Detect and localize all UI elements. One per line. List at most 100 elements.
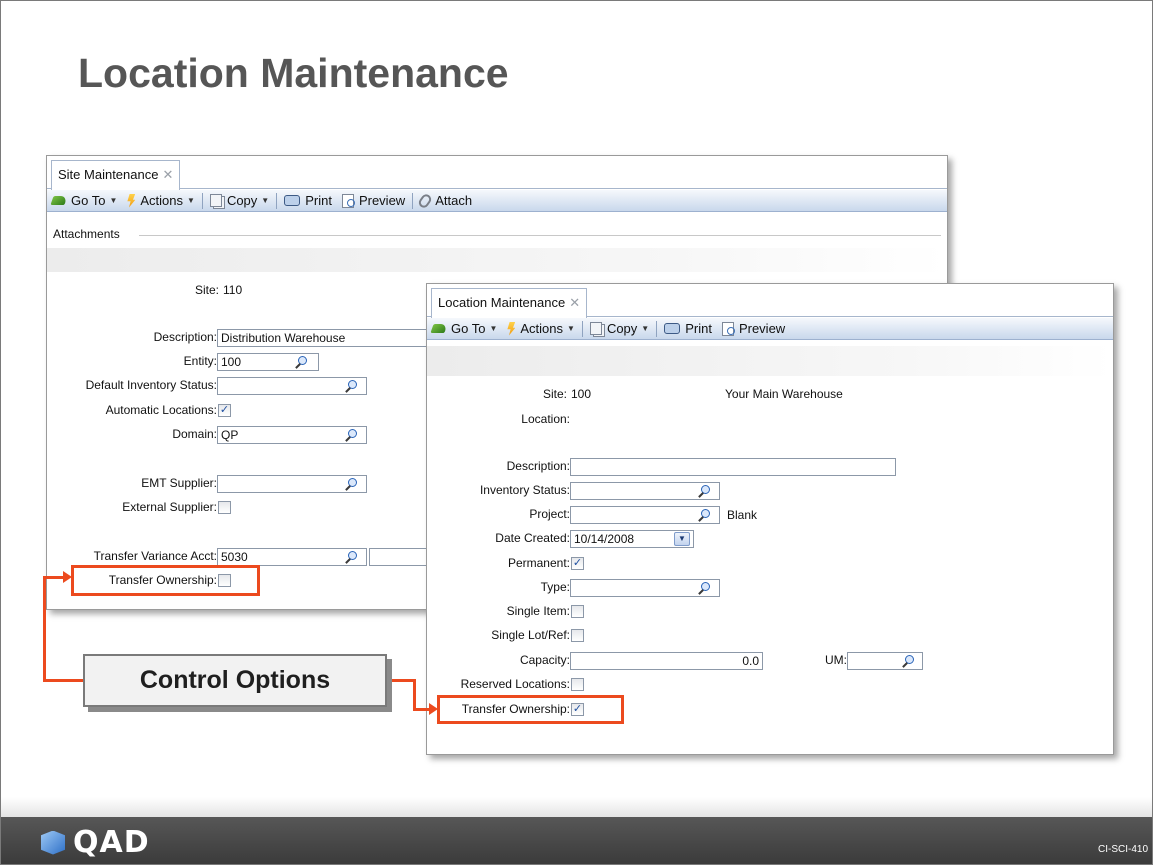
search-icon[interactable] (697, 484, 711, 498)
permanent-checkbox[interactable]: ✓ (571, 557, 584, 570)
footer-shade (1, 797, 1152, 817)
transfer-variance-subaccount-field[interactable] (369, 548, 429, 566)
description-label: Description: (506, 459, 570, 473)
chevron-down-icon: ▼ (641, 324, 650, 333)
single-item-checkbox[interactable] (571, 605, 584, 618)
connector-line (43, 576, 46, 682)
qad-logo-text: QAD (73, 825, 150, 860)
chevron-down-icon: ▼ (187, 196, 195, 205)
description-label: Description: (153, 330, 217, 344)
type-label: Type: (540, 580, 570, 594)
site-transfer-ownership-highlight (71, 565, 260, 596)
goto-button[interactable]: Go To ▼ (427, 318, 502, 340)
entity-label: Entity: (183, 354, 217, 368)
site-toolbar: Go To ▼ Actions ▼ Copy ▼ Print Preview Atta… (47, 190, 947, 212)
goto-label: Go To (71, 193, 106, 208)
capacity-field[interactable]: 0.0 (570, 652, 763, 670)
connector-line (43, 679, 85, 682)
preview-button[interactable]: Preview (717, 318, 790, 340)
single-item-label: Single Item: (506, 604, 570, 618)
project-description: Blank (727, 508, 758, 522)
location-maintenance-window: Location Maintenance ✕ Go To ▼ Actions ▼ Co… (426, 283, 1114, 755)
search-icon[interactable] (697, 508, 711, 522)
location-label: Location: (521, 412, 570, 426)
capacity-label: Capacity: (519, 653, 570, 667)
site-value: 110 (223, 283, 243, 297)
qad-logo-icon (41, 830, 65, 855)
print-label: Print (305, 193, 332, 208)
goto-button[interactable]: Go To ▼ (47, 190, 122, 212)
actions-label: Actions (520, 321, 564, 336)
search-icon[interactable] (344, 550, 358, 564)
toolbar-divider (656, 320, 658, 337)
arrow-right-icon (429, 703, 438, 715)
preview-label: Preview (358, 193, 406, 208)
date-created-label: Date Created: (495, 531, 570, 545)
description-field[interactable] (570, 458, 896, 476)
reserved-locations-label: Reserved Locations: (460, 677, 570, 691)
attachments-section-label[interactable]: Attachments (53, 226, 120, 243)
emt-supplier-label: EMT Supplier: (141, 476, 217, 490)
paperclip-icon (417, 191, 434, 210)
permanent-label: Permanent: (507, 556, 570, 570)
actions-label: Actions (140, 193, 184, 208)
search-icon[interactable] (901, 654, 915, 668)
connector-line (389, 679, 415, 682)
copy-icon (589, 322, 602, 335)
lightning-icon (127, 193, 136, 208)
reserved-locations-checkbox[interactable] (571, 678, 584, 691)
external-supplier-checkbox[interactable] (218, 501, 231, 514)
print-button[interactable]: Print (279, 190, 337, 212)
description-field[interactable]: Distribution Warehouse (217, 329, 431, 347)
calendar-dropdown-button[interactable]: ▼ (674, 532, 690, 546)
project-label: Project: (529, 507, 570, 521)
course-code: CI-SCI-410 (1097, 844, 1148, 855)
chevron-down-icon: ▼ (567, 324, 575, 333)
site-description: Your Main Warehouse (725, 387, 843, 401)
search-icon[interactable] (344, 477, 358, 491)
single-lot-ref-label: Single Lot/Ref: (491, 628, 570, 642)
domain-label: Domain: (172, 427, 217, 441)
location-toolbar: Go To ▼ Actions ▼ Copy ▼ Print Preview (427, 318, 1113, 340)
print-button[interactable]: Print (659, 318, 717, 340)
site-label: Site: (542, 387, 567, 401)
attach-button[interactable]: Attach (415, 190, 477, 212)
actions-button[interactable]: Actions ▼ (122, 190, 200, 212)
um-label: UM: (825, 653, 847, 667)
arrow-right-icon (63, 571, 72, 583)
close-icon[interactable]: ✕ (162, 167, 173, 182)
print-label: Print (685, 321, 712, 336)
toolbar-divider (412, 192, 414, 209)
copy-button[interactable]: Copy ▼ (585, 318, 654, 340)
printer-icon (284, 195, 301, 206)
chevron-down-icon: ▼ (489, 324, 498, 333)
automatic-locations-label: Automatic Locations: (105, 403, 217, 417)
section-divider (139, 235, 941, 236)
tab-label: Location Maintenance (438, 295, 566, 310)
copy-icon (209, 194, 222, 207)
location-tabbar: Location Maintenance ✕ (427, 284, 1113, 318)
search-icon[interactable] (344, 379, 358, 393)
search-icon[interactable] (344, 428, 358, 442)
preview-label: Preview (738, 321, 786, 336)
tab-location-maintenance[interactable]: Location Maintenance ✕ (431, 288, 588, 318)
toolbar-divider (581, 320, 583, 337)
actions-button[interactable]: Actions ▼ (502, 318, 580, 340)
preview-icon (721, 321, 735, 336)
single-lot-ref-checkbox[interactable] (571, 629, 584, 642)
preview-icon (341, 193, 355, 208)
toolbar-divider (276, 192, 278, 209)
automatic-locations-checkbox[interactable]: ✓ (218, 404, 231, 417)
site-value: 100 (571, 387, 592, 401)
tab-site-maintenance[interactable]: Site Maintenance ✕ (51, 160, 181, 190)
transfer-variance-acct-label: Transfer Variance Acct: (93, 549, 217, 563)
preview-button[interactable]: Preview (337, 190, 410, 212)
copy-button[interactable]: Copy ▼ (205, 190, 274, 212)
search-icon[interactable] (697, 581, 711, 595)
location-transfer-ownership-highlight (437, 695, 624, 724)
default-inventory-status-label: Default Inventory Status: (85, 378, 217, 392)
connector-line (43, 576, 65, 579)
goto-icon (430, 324, 448, 333)
search-icon[interactable] (294, 355, 308, 369)
close-icon[interactable]: ✕ (569, 295, 580, 310)
